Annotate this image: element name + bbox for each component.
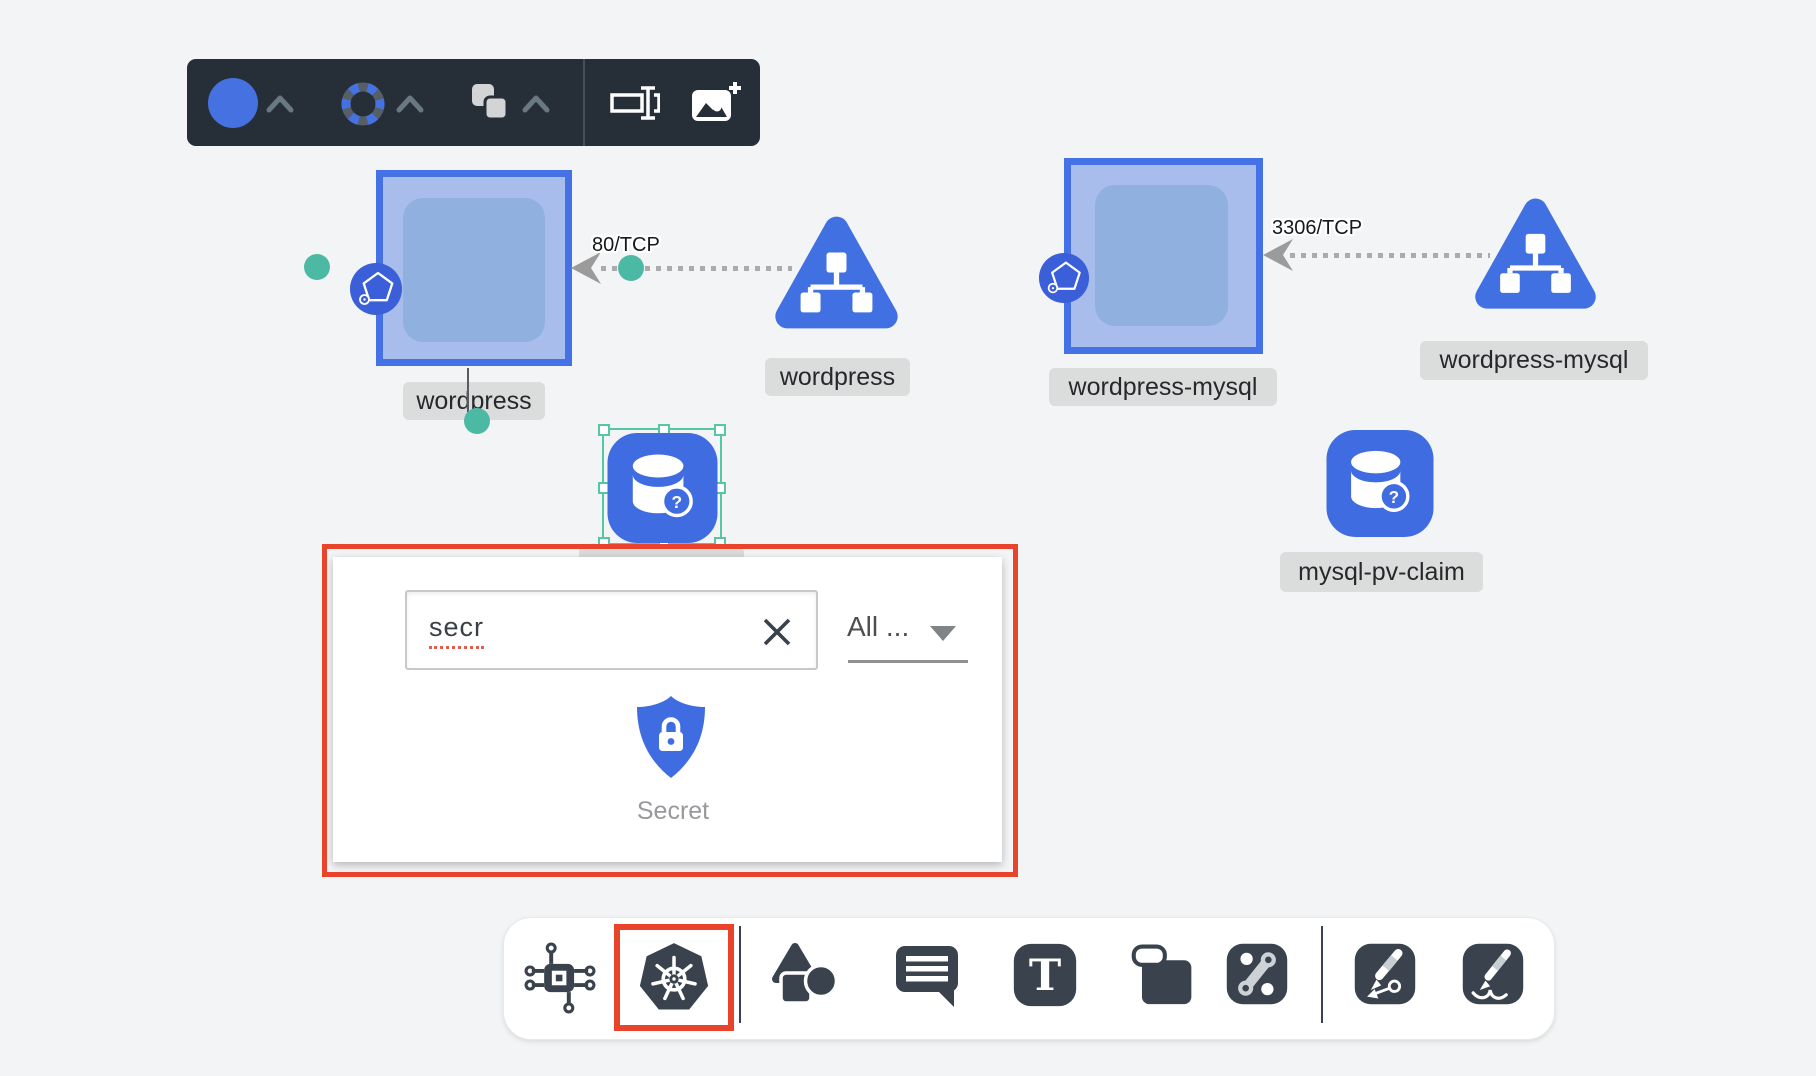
dock-divider bbox=[739, 926, 741, 1023]
node-label-wordpress-service: wordpress bbox=[765, 358, 910, 396]
svg-text:?: ? bbox=[1389, 488, 1399, 507]
connector-icon bbox=[1223, 940, 1291, 1008]
kubernetes-icon bbox=[635, 940, 713, 1014]
edge-endpoint-handle[interactable] bbox=[464, 408, 490, 434]
freehand-pen-icon bbox=[1459, 940, 1527, 1008]
node-label-mysql-pv-claim: mysql-pv-claim bbox=[1280, 552, 1483, 592]
node-wordpress-service[interactable] bbox=[770, 210, 903, 343]
toolbar-divider bbox=[583, 59, 585, 146]
tool-diagram-network[interactable] bbox=[520, 941, 600, 1018]
smart-pen-icon bbox=[1351, 940, 1419, 1008]
border-style-button[interactable] bbox=[337, 78, 389, 130]
fill-color-swatch bbox=[208, 78, 258, 128]
fill-style-button[interactable] bbox=[208, 78, 258, 128]
svg-text:T: T bbox=[1029, 950, 1061, 1001]
node-wordpress-mysql-deployment[interactable] bbox=[1064, 158, 1263, 354]
popup-highlight-box bbox=[322, 544, 1018, 877]
dock-divider bbox=[1321, 926, 1323, 1023]
tool-text[interactable]: T bbox=[1011, 941, 1079, 1012]
node-inner-shape bbox=[403, 198, 545, 342]
pod-badge-icon bbox=[349, 262, 403, 316]
node-wordpress-deployment[interactable] bbox=[376, 170, 572, 366]
chevron-up-icon[interactable] bbox=[265, 92, 295, 116]
style-toolbar bbox=[187, 59, 760, 146]
svg-text:?: ? bbox=[671, 492, 682, 512]
diagram-network-icon bbox=[520, 941, 600, 1015]
tool-connector[interactable] bbox=[1223, 940, 1291, 1011]
edge-port-label: 3306/TCP bbox=[1272, 217, 1362, 240]
node-label-wordpress-mysql: wordpress-mysql bbox=[1049, 368, 1277, 406]
node-mysql-pv-claim[interactable]: ? bbox=[1325, 430, 1435, 537]
chevron-up-icon[interactable] bbox=[395, 92, 425, 116]
shapes-icon bbox=[771, 939, 843, 1011]
tool-freehand-pen[interactable] bbox=[1459, 940, 1527, 1011]
node-inner-shape bbox=[1095, 185, 1228, 326]
edge-endpoint-handle[interactable] bbox=[618, 255, 644, 281]
node-wordpress-mysql-service[interactable] bbox=[1468, 192, 1603, 323]
sticky-note-icon bbox=[1131, 941, 1195, 1007]
arrowhead-icon bbox=[1263, 239, 1293, 271]
edge-stub-line bbox=[467, 368, 469, 416]
text-tool-icon: T bbox=[1011, 941, 1079, 1009]
chevron-up-icon[interactable] bbox=[521, 92, 551, 116]
edge-endpoint-handle[interactable] bbox=[304, 254, 330, 280]
tool-dock: T bbox=[503, 917, 1555, 1040]
copy-style-icon[interactable] bbox=[471, 83, 509, 121]
tool-kubernetes[interactable] bbox=[635, 940, 713, 1017]
tool-shapes[interactable] bbox=[771, 939, 843, 1014]
node-label-wordpress-mysql-service: wordpress-mysql bbox=[1420, 341, 1648, 380]
tool-sticky-note[interactable] bbox=[1131, 941, 1195, 1010]
node-selected-pvc[interactable]: ? bbox=[607, 433, 718, 543]
rename-icon[interactable] bbox=[610, 83, 660, 123]
comment-icon bbox=[891, 938, 963, 1010]
replace-image-icon[interactable] bbox=[691, 81, 741, 127]
pod-badge-icon bbox=[1038, 252, 1090, 304]
diagram-canvas[interactable]: 80/TCP wordpress wordpress 3306/TCP word… bbox=[0, 0, 1816, 1076]
tool-comment[interactable] bbox=[891, 938, 963, 1013]
edge-wordpress-mysql[interactable] bbox=[1290, 253, 1490, 258]
tool-smart-pen[interactable] bbox=[1351, 940, 1419, 1011]
edge-port-label: 80/TCP bbox=[592, 234, 660, 257]
